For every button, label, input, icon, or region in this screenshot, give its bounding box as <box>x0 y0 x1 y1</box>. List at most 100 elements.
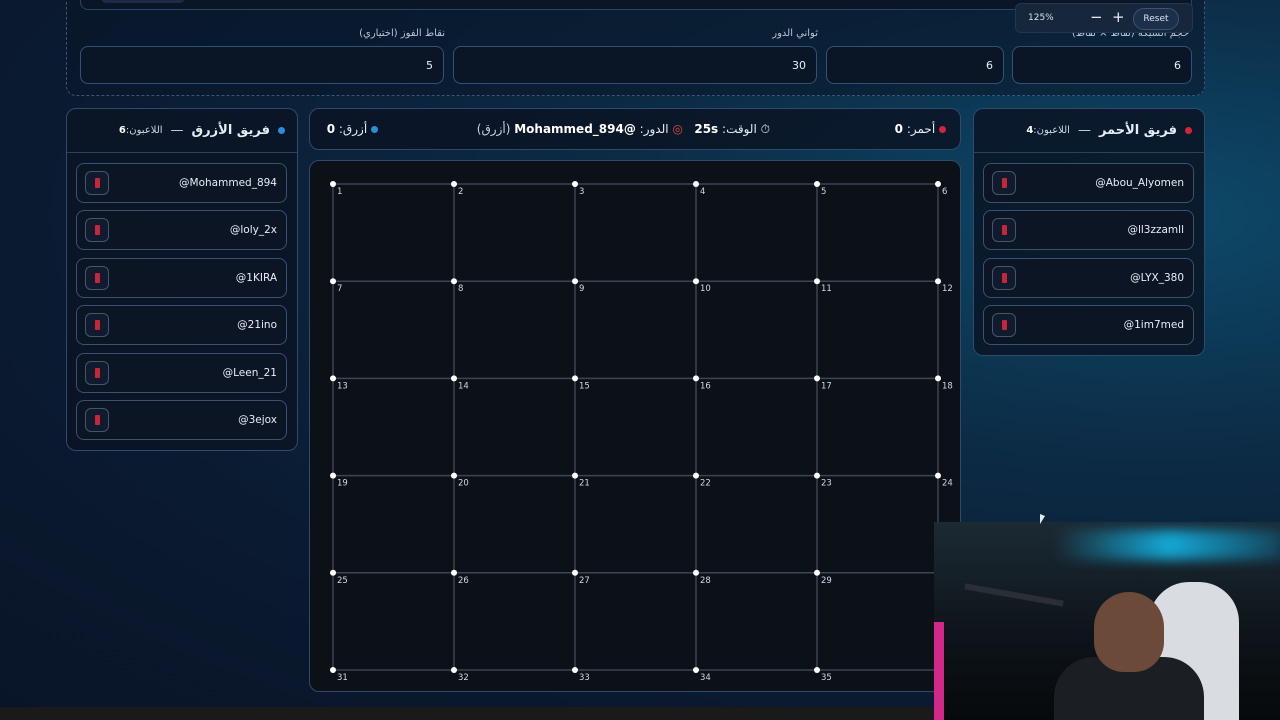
trash-icon[interactable] <box>992 265 1016 290</box>
grid-dot[interactable] <box>451 181 457 187</box>
win-points-input[interactable]: 5 <box>80 46 444 84</box>
trash-icon[interactable] <box>85 171 109 195</box>
grid-dot[interactable] <box>330 181 336 187</box>
grid-dot[interactable] <box>330 278 336 285</box>
grid-dot[interactable] <box>572 278 578 285</box>
red-team-title: فريق الأحمر <box>1098 123 1177 138</box>
grid-dot[interactable] <box>693 375 699 382</box>
grid-dot[interactable] <box>814 278 820 285</box>
grid-dot[interactable] <box>693 278 699 285</box>
dot-label: 25 <box>337 576 348 586</box>
dot-label: 32 <box>458 673 469 683</box>
zoom-reset-button[interactable]: Reset <box>1133 8 1179 30</box>
player-item: @1KIRA <box>76 257 287 298</box>
player-name: @ll3zzamll <box>1127 224 1184 237</box>
dot-label: 14 <box>458 381 469 391</box>
red-score: أحمر: 0 <box>895 122 946 136</box>
grid-dot[interactable] <box>330 667 336 673</box>
dot-label: 6 <box>942 187 947 197</box>
grid-dot[interactable] <box>330 375 336 382</box>
trash-icon[interactable] <box>85 313 109 338</box>
pink-light <box>934 622 944 720</box>
trash-icon[interactable] <box>85 360 109 385</box>
grid-size-rows-input[interactable]: 6 <box>1012 46 1192 84</box>
dots-grid[interactable]: 1 2 3 4 5 67 8 9 10 11 1213 14 15 16 17 1819 20 21 22 23 242… <box>310 161 962 693</box>
dot-label: 13 <box>337 381 348 391</box>
dot-label: 11 <box>821 284 832 294</box>
zoom-in-button[interactable]: + <box>1112 8 1125 26</box>
dot-label: 20 <box>458 479 469 489</box>
grid-dot[interactable] <box>572 569 578 576</box>
streamer-head <box>1094 592 1164 672</box>
grid-dot[interactable] <box>814 181 820 187</box>
grid-dot[interactable] <box>693 472 699 479</box>
mic-arm <box>964 583 1064 607</box>
grid-dot[interactable] <box>935 278 941 285</box>
grid-dot[interactable] <box>572 375 578 382</box>
zoom-out-button[interactable]: − <box>1090 8 1103 26</box>
grid-dot[interactable] <box>693 181 699 187</box>
grid-dot[interactable] <box>814 472 820 479</box>
red-team-sep: — <box>1077 123 1091 138</box>
player-name: @21ino <box>237 319 277 332</box>
dot-label: 15 <box>579 381 590 391</box>
grid-dot[interactable] <box>814 569 820 576</box>
grid-dot[interactable] <box>693 569 699 576</box>
grid-dot[interactable] <box>814 667 820 673</box>
dot-label: 24 <box>942 479 953 489</box>
player-item: @Abou_Alyomen <box>983 163 1194 203</box>
dot-label: 23 <box>821 479 832 489</box>
dot-label: 5 <box>821 187 826 197</box>
led-glow <box>1054 530 1280 560</box>
grid-dot[interactable] <box>935 181 941 187</box>
dot-label: 4 <box>700 187 705 197</box>
field-label-win-points: نقاط الفوز (اختياري) <box>359 28 445 39</box>
player-name: @LYX_380 <box>1130 271 1184 284</box>
turn-seconds-input[interactable]: 30 <box>453 46 817 84</box>
grid-dot[interactable] <box>814 375 820 382</box>
grid-dot[interactable] <box>451 472 457 479</box>
grid-dot[interactable] <box>693 667 699 673</box>
red-team-count: اللاعبون:4 <box>1026 125 1070 136</box>
player-item: @loly_2x <box>76 210 287 251</box>
zoom-level: 125% <box>1028 13 1054 23</box>
grid-dot[interactable] <box>451 278 457 285</box>
grid-dot[interactable] <box>451 375 457 382</box>
trash-icon[interactable] <box>992 171 1016 195</box>
dot-label: 29 <box>821 576 832 586</box>
grid-dot[interactable] <box>330 472 336 479</box>
trash-icon[interactable] <box>85 218 109 243</box>
grid-dot[interactable] <box>572 472 578 479</box>
dot-label: 17 <box>821 381 832 391</box>
player-item: @Leen_21 <box>76 352 287 393</box>
grid-dot[interactable] <box>330 569 336 576</box>
blue-dot-icon <box>371 126 378 133</box>
trash-icon[interactable] <box>85 408 109 432</box>
player-name: @loly_2x <box>229 224 277 237</box>
trash-icon[interactable] <box>85 265 109 290</box>
blue-dot-icon <box>278 127 285 134</box>
field-label-turn-seconds: ثواني الدور <box>772 28 818 39</box>
grid-dot[interactable] <box>572 181 578 187</box>
grid-size-cols-input[interactable]: 6 <box>826 46 1004 84</box>
mouse-cursor <box>1040 514 1045 524</box>
settings-strip-button[interactable] <box>101 0 185 3</box>
grid-dot[interactable] <box>572 667 578 673</box>
dot-label: 2 <box>458 187 463 197</box>
player-name: @Leen_21 <box>222 366 277 379</box>
grid-dot[interactable] <box>935 472 941 479</box>
player-name: @1im7med <box>1123 319 1184 332</box>
dot-label: 31 <box>337 673 348 683</box>
timer-icon: ⏱ <box>760 122 770 136</box>
grid-dot[interactable] <box>935 375 941 382</box>
player-item: @ll3zzamll <box>983 210 1194 251</box>
trash-icon[interactable] <box>992 313 1016 338</box>
dot-label: 27 <box>579 576 590 586</box>
grid-dot[interactable] <box>451 569 457 576</box>
trash-icon[interactable] <box>992 218 1016 243</box>
grid-dot[interactable] <box>451 667 457 673</box>
bottom-bar <box>0 707 934 720</box>
turn-info: ⏱ الوقت: 25s ◎ الدور: @Mohammed_894 (أزر… <box>476 122 770 136</box>
blue-team-sep: — <box>170 123 184 138</box>
dot-label: 8 <box>458 284 463 294</box>
